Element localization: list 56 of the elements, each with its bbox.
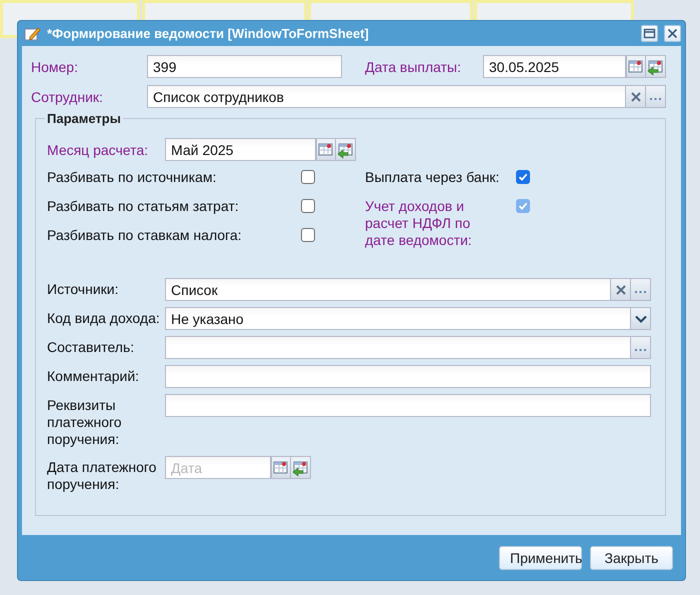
field-label: Источники: <box>47 280 120 298</box>
dropdown-field[interactable]: Не указано <box>165 307 631 330</box>
field-label: Дата платежного поручения: <box>47 458 158 493</box>
maximize-button[interactable] <box>641 25 658 42</box>
calendar-icon <box>627 58 645 76</box>
calendar-button[interactable] <box>271 456 291 479</box>
field-label: Месяц расчета: <box>47 142 150 158</box>
input-field[interactable]: Список <box>165 278 611 301</box>
group-title: Параметры <box>45 111 123 126</box>
window-icon <box>643 27 656 40</box>
close-icon <box>666 27 679 40</box>
field-label: Разбивать по источникам: <box>47 169 218 186</box>
input-field[interactable]: Список сотрудников <box>147 85 626 108</box>
field-label: Комментарий: <box>47 367 140 385</box>
calendar-button[interactable] <box>316 138 336 161</box>
checkbox[interactable] <box>301 170 315 184</box>
calendar-button[interactable] <box>291 456 311 479</box>
field-label: Реквизиты платежного поручения: <box>47 396 123 448</box>
window-title: *Формирование ведомости [WindowToFormSheet] <box>47 26 370 41</box>
date-field[interactable]: Май 2025 <box>165 138 316 161</box>
dialog-button[interactable]: Закрыть <box>590 546 673 570</box>
pencil-icon <box>24 25 41 42</box>
calendar-arrow-icon <box>646 58 664 76</box>
calendar-button[interactable] <box>646 55 666 78</box>
close-button[interactable] <box>664 25 681 42</box>
field-label: Выплата через банк: <box>365 169 500 186</box>
dialog-button[interactable]: Применить <box>499 546 582 570</box>
field-label: Разбивать по статьям затрат: <box>47 198 240 215</box>
checkbox[interactable] <box>516 170 530 184</box>
field-label: Составитель: <box>47 338 136 356</box>
dropdown-button[interactable] <box>631 307 651 330</box>
field-label: Сотрудник: <box>31 88 104 104</box>
clear-button[interactable] <box>611 278 631 301</box>
field-label: Номер: <box>31 58 79 74</box>
checkbox[interactable] <box>301 228 315 242</box>
input-field[interactable] <box>165 365 651 388</box>
more-button[interactable] <box>631 336 651 359</box>
field-label: Дата выплаты: <box>365 58 462 74</box>
checkbox[interactable] <box>301 199 315 213</box>
calendar-arrow-icon <box>336 140 354 158</box>
field-label: Код вида дохода: <box>47 309 161 327</box>
date-field[interactable]: 30.05.2025 <box>483 55 626 78</box>
calendar-button[interactable] <box>626 55 646 78</box>
calendar-icon <box>317 140 335 158</box>
calendar-icon <box>272 458 290 476</box>
date-field[interactable]: Дата <box>165 456 271 479</box>
more-button[interactable] <box>646 85 666 108</box>
input-field[interactable] <box>165 394 651 417</box>
field-label: Учет доходов и расчет НДФЛ по дате ведомости: <box>365 198 473 249</box>
more-button[interactable] <box>631 278 651 301</box>
input-field[interactable]: 399 <box>147 55 342 78</box>
field-label: Разбивать по ставкам налога: <box>47 227 243 244</box>
calendar-arrow-icon <box>292 458 310 476</box>
input-field[interactable] <box>165 336 631 359</box>
clear-button[interactable] <box>626 85 646 108</box>
calendar-button[interactable] <box>336 138 356 161</box>
